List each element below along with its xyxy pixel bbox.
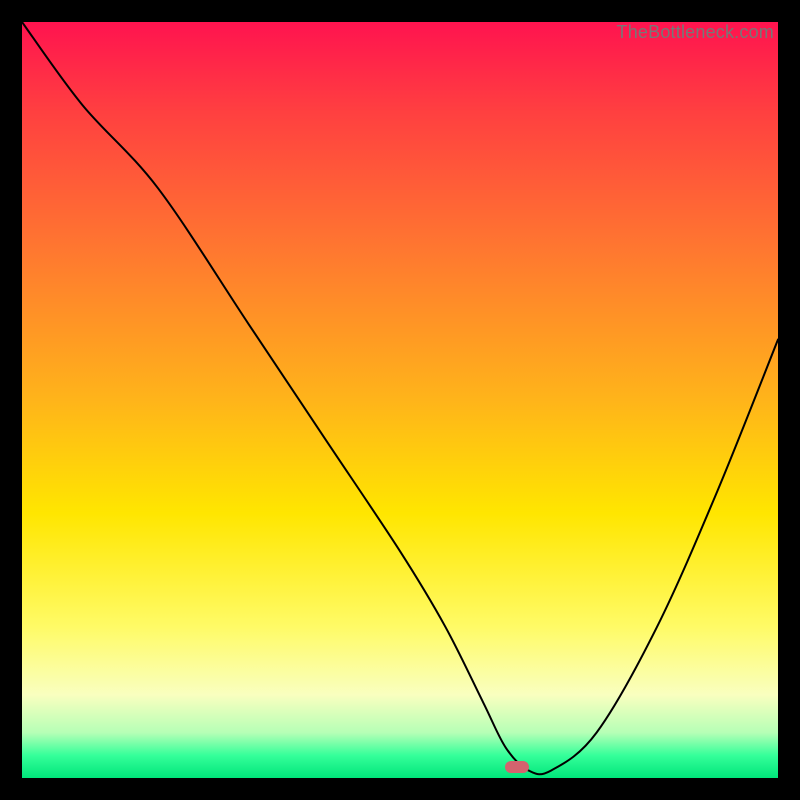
watermark-text: TheBottleneck.com <box>617 22 774 43</box>
plot-area: TheBottleneck.com <box>20 20 780 780</box>
optimal-marker <box>505 761 529 773</box>
bottleneck-line <box>22 22 778 778</box>
chart-frame: TheBottleneck.com <box>0 0 800 800</box>
